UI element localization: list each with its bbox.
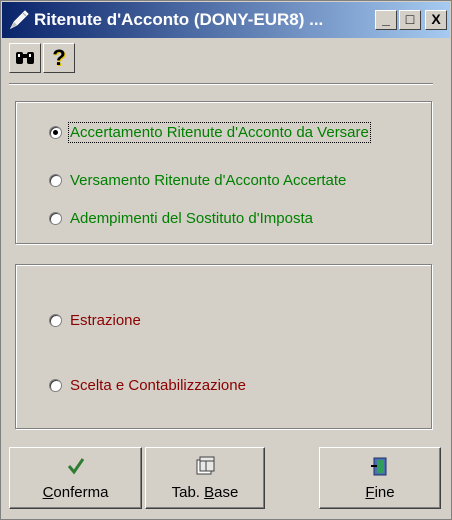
tab-base-button[interactable]: Tab. Base [145, 447, 265, 509]
label-adempimenti: Adempimenti del Sostituto d'Imposta [70, 209, 313, 227]
radio-estrazione[interactable] [49, 313, 62, 327]
question-icon: ? [52, 45, 66, 70]
help-button[interactable]: ? [43, 43, 75, 73]
confirm-button[interactable]: Conferma [9, 447, 142, 509]
maximize-button[interactable]: □ [399, 10, 421, 30]
option-estrazione[interactable]: Estrazione [49, 309, 141, 331]
close-icon: X [431, 11, 441, 27]
title-bar[interactable]: Ritenute d'Acconto (DONY-EUR8) ... _ □ X [2, 2, 450, 38]
label-estrazione: Estrazione [70, 311, 141, 329]
label-versamento: Versamento Ritenute d'Acconto Accertate [70, 171, 347, 189]
pencil-icon [9, 10, 29, 30]
radio-accertamento[interactable] [49, 125, 62, 139]
radio-versamento[interactable] [49, 173, 62, 187]
main-window: Ritenute d'Acconto (DONY-EUR8) ... _ □ X… [0, 0, 452, 520]
confirm-label: Conferma [42, 484, 109, 501]
exit-label: Fine [365, 484, 395, 501]
search-button[interactable] [9, 43, 41, 73]
option-accertamento[interactable]: Accertamento Ritenute d'Acconto da Versa… [49, 121, 371, 143]
tab-base-label: Tab. Base [171, 484, 239, 501]
minimize-icon: _ [382, 11, 390, 27]
operations-group: Accertamento Ritenute d'Acconto da Versa… [15, 101, 432, 244]
maximize-icon: □ [405, 11, 415, 27]
radio-scelta[interactable] [49, 378, 62, 392]
option-scelta[interactable]: Scelta e Contabilizzazione [49, 374, 246, 396]
close-button[interactable]: X [425, 10, 447, 30]
exit-door-icon [371, 457, 387, 476]
table-icon [196, 456, 215, 475]
minimize-button[interactable]: _ [375, 10, 397, 30]
radio-adempimenti[interactable] [49, 211, 62, 225]
window-title: Ritenute d'Acconto (DONY-EUR8) ... [34, 10, 324, 29]
extraction-group: Estrazione Scelta e Contabilizzazione [15, 264, 432, 429]
checkmark-icon [67, 458, 84, 475]
option-versamento[interactable]: Versamento Ritenute d'Acconto Accertate [49, 169, 346, 191]
option-adempimenti[interactable]: Adempimenti del Sostituto d'Imposta [49, 207, 313, 229]
toolbar-separator [9, 83, 433, 85]
label-scelta: Scelta e Contabilizzazione [70, 376, 246, 394]
binoculars-icon [16, 52, 34, 64]
exit-button[interactable]: Fine [319, 447, 441, 509]
label-accertamento: Accertamento Ritenute d'Acconto da Versa… [68, 121, 371, 143]
